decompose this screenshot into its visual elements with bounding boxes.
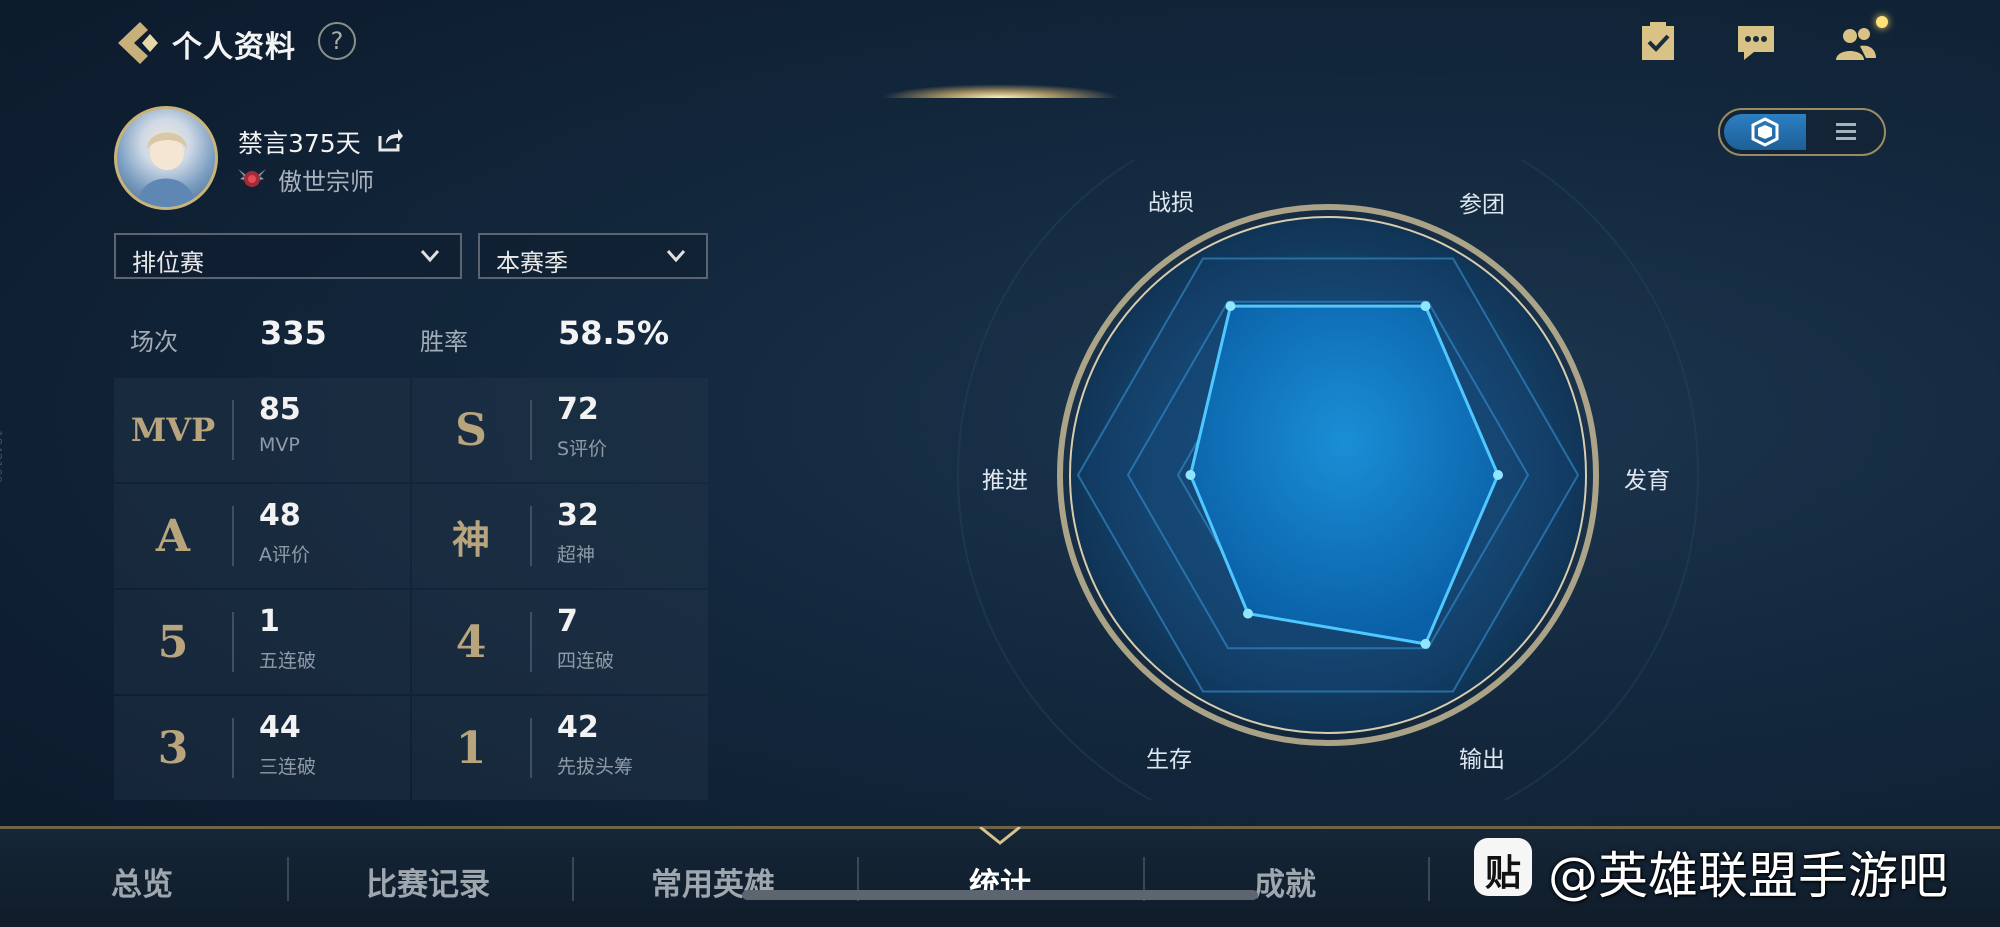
- s-badge: S: [455, 404, 487, 456]
- stat-value: 72: [557, 392, 599, 427]
- stat-label: 四连破: [557, 650, 615, 672]
- help-button[interactable]: ?: [318, 22, 356, 60]
- stat-label: A评价: [259, 544, 310, 566]
- share-icon[interactable]: [376, 126, 404, 154]
- stat-value: 32: [557, 498, 599, 533]
- username: 禁言375天: [238, 129, 361, 158]
- watermark-text: @英雄联盟手游吧: [1548, 847, 1948, 905]
- stat-value: 1: [259, 604, 280, 639]
- matches-label: 场次: [130, 328, 178, 356]
- stat-value: 48: [259, 498, 301, 533]
- matches-value: 335: [260, 314, 327, 352]
- stat-cell-penta: 5 1 五连破: [114, 590, 410, 694]
- axis-label-survival: 生存: [1146, 747, 1192, 773]
- stat-label: 三连破: [259, 756, 317, 778]
- triple-badge: 3: [157, 722, 189, 774]
- view-toggle[interactable]: [1718, 108, 1886, 156]
- axis-label-push: 推进: [982, 468, 1028, 494]
- a-badge: A: [155, 510, 191, 562]
- stat-value: 85: [259, 392, 301, 427]
- chevron-down-icon: [420, 250, 440, 263]
- tab-overview[interactable]: 总览: [17, 859, 267, 904]
- stat-cell-godlike: 神 32 超神: [412, 484, 708, 588]
- tasks-icon[interactable]: [1636, 20, 1680, 64]
- stat-label: 先拔头筹: [557, 756, 634, 778]
- stat-cell-mvp: MVP 85 MVP: [114, 378, 410, 482]
- stat-cell-triple: 3 44 三连破: [114, 696, 410, 800]
- stat-cell-quadra: 4 7 四连破: [412, 590, 708, 694]
- friends-icon[interactable]: [1834, 20, 1878, 64]
- notification-dot: [1876, 16, 1888, 28]
- quadra-badge: 4: [455, 616, 487, 668]
- list-icon: [1836, 123, 1856, 140]
- watermark-logo-text: 贴: [1484, 853, 1521, 894]
- axis-label-damage: 输出: [1459, 747, 1505, 773]
- page-title: 个人资料: [172, 30, 296, 65]
- active-tab-glow: [880, 84, 1120, 98]
- mode-dropdown[interactable]: 排位赛: [114, 233, 462, 279]
- home-indicator[interactable]: [742, 890, 1258, 900]
- side-id-text: 1842109: [0, 430, 4, 484]
- stat-label: 超神: [557, 544, 596, 566]
- stat-cell-s: S 72 S评价: [412, 378, 708, 482]
- radar-view-button[interactable]: [1724, 114, 1806, 150]
- radar-chart: [957, 160, 1699, 800]
- stats-grid: MVP 85 MVP S 72 S评价 A 48 A评价 神 32 超神 5 1…: [114, 378, 708, 800]
- back-button[interactable]: [110, 18, 160, 68]
- avatar[interactable]: [114, 106, 218, 210]
- godlike-badge: 神: [451, 516, 490, 562]
- chevron-down-icon: [666, 250, 686, 263]
- tab-match-history[interactable]: 比赛记录: [303, 859, 553, 904]
- season-dropdown[interactable]: 本赛季: [478, 233, 708, 279]
- season-dropdown-label: 本赛季: [496, 249, 568, 277]
- mvp-badge: MVP: [130, 411, 216, 449]
- rank-icon: [238, 169, 266, 187]
- axis-label-damage-taken: 战损: [1148, 190, 1194, 216]
- stat-cell-a: A 48 A评价: [114, 484, 410, 588]
- mode-dropdown-label: 排位赛: [132, 249, 204, 277]
- watermark-logo: 贴: [1474, 838, 1532, 896]
- stat-cell-firstblood: 1 42 先拔头筹: [412, 696, 708, 800]
- radar-point-0: [1225, 301, 1236, 312]
- stat-value: 42: [557, 710, 599, 745]
- stat-label: 五连破: [259, 650, 317, 672]
- stat-label: S评价: [557, 438, 608, 460]
- radar-point-5: [1185, 470, 1196, 480]
- chat-icon[interactable]: [1734, 20, 1778, 64]
- radar-point-4: [1243, 608, 1253, 619]
- list-view-button[interactable]: [1806, 114, 1884, 150]
- penta-badge: 5: [157, 616, 189, 668]
- firstblood-badge: 1: [455, 722, 487, 774]
- winrate-value: 58.5%: [558, 314, 670, 352]
- winrate-label: 胜率: [420, 328, 468, 356]
- axis-label-teamfight: 参团: [1459, 192, 1505, 218]
- active-tab-chevron-icon: [979, 827, 1021, 845]
- stat-value: 7: [557, 604, 578, 639]
- stat-label: MVP: [259, 434, 300, 456]
- radar-point-2: [1493, 470, 1503, 480]
- radar-point-3: [1420, 638, 1431, 649]
- radar-point-1: [1420, 301, 1431, 312]
- hexagon-icon: [1751, 117, 1779, 147]
- stat-value: 44: [259, 710, 301, 745]
- rank-title: 傲世宗师: [278, 168, 374, 196]
- axis-label-farming: 发育: [1624, 468, 1670, 494]
